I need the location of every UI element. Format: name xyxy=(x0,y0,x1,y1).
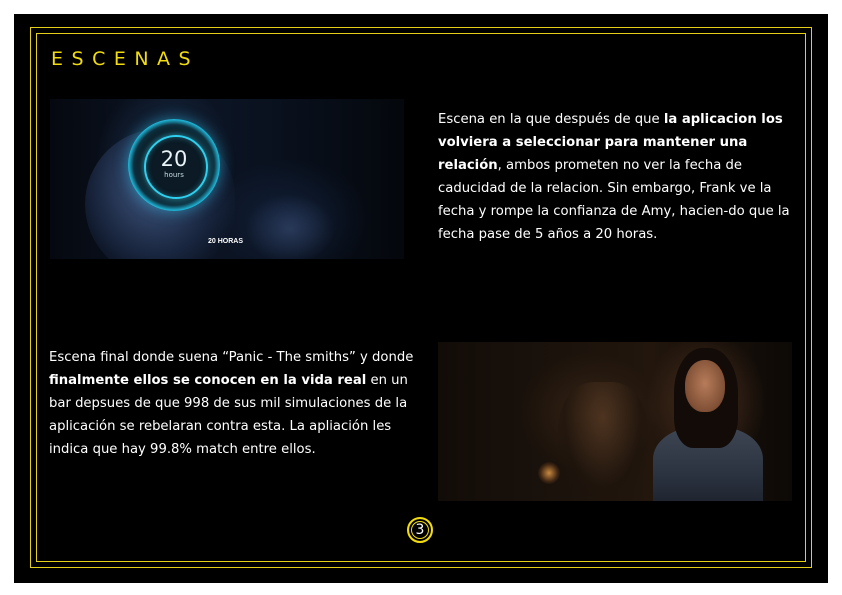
scene-2-image xyxy=(438,342,792,501)
scene-1-text-start: Escena en la que después de que xyxy=(438,112,664,127)
document-page: ESCENAS 20 hours 20 HORAS Escena en la q… xyxy=(14,14,828,583)
scene-2-description: Escena final donde suena “Panic - The sm… xyxy=(49,346,419,461)
scene-1-image: 20 hours 20 HORAS xyxy=(50,99,404,259)
page-number-badge: 3 xyxy=(407,517,433,543)
second-hand-silhouette xyxy=(245,194,335,259)
timer-unit: hours xyxy=(164,171,184,179)
page-title: ESCENAS xyxy=(51,48,200,70)
warm-light xyxy=(538,462,560,484)
image-caption: 20 HORAS xyxy=(208,238,244,245)
woman-face xyxy=(685,360,725,412)
scene-1-description: Escena en la que después de que la aplic… xyxy=(438,108,806,246)
timer-number: 20 xyxy=(160,147,188,171)
scene-2-text-bold: finalmente ellos se conocen en la vida r… xyxy=(49,373,367,388)
scene-2-text-start: Escena final donde suena “Panic - The sm… xyxy=(49,350,414,365)
timer-device: 20 hours xyxy=(128,119,220,211)
background-figure xyxy=(558,382,648,501)
